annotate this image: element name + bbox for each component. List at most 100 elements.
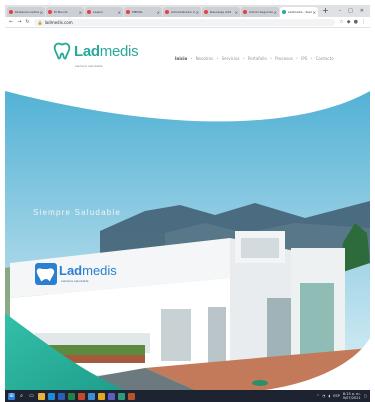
tab-close-icon[interactable]: ✕ [196,10,199,15]
maximize-button[interactable]: □ [348,8,353,14]
address-bar[interactable]: 🔒 ladmedis.com [33,18,336,26]
nav-item-contacto[interactable]: Contacto [316,56,334,61]
back-arrow-icon[interactable]: ← [9,19,13,25]
clock-date: 9/07/2021 [342,396,361,400]
minimize-button[interactable]: – [339,8,342,14]
new-tab-button[interactable]: + [322,7,329,15]
excel-app-icon[interactable] [68,392,75,400]
close-window-button[interactable]: ✕ [360,8,364,14]
language-indicator[interactable]: ESP [333,394,340,398]
chrome-app-icon[interactable] [98,392,105,400]
nav-separator: • [295,56,299,61]
tab-title: Laspnl [93,10,103,14]
os-taskbar: ⊞ ⌕ ▭ ^ ◔ ◖ ESP 8:15 a. m. 9/07/2021 ▢ [5,390,370,402]
hero-slogan: Siempre Saludable [33,208,121,217]
search-icon[interactable]: ⌕ [18,393,25,400]
tab-close-icon[interactable]: ✕ [157,10,160,15]
website-viewport: Ladmedis siempre saludable Inicio • Noso… [5,28,370,390]
tab-close-icon[interactable]: ✕ [118,10,121,15]
nav-separator: • [310,56,313,61]
tab-close-icon[interactable]: ✕ [40,10,43,15]
tab-title: El Mundo [54,10,68,14]
photos-app-icon[interactable] [128,392,135,400]
tab-close-icon[interactable]: ✕ [274,10,277,15]
tab-favicon-icon [9,10,13,14]
browser-tab-active[interactable]: Ladmedis - Siempre✕ [280,7,318,17]
browser-tab-strip: Mudanza Ladmedis B✕ El Mundo✕ Laspnl✕ ME… [5,5,370,17]
tab-favicon-icon [48,10,52,14]
tab-close-icon[interactable]: ✕ [313,10,316,15]
teams-app-icon[interactable] [108,392,115,400]
tab-close-icon[interactable]: ✕ [235,10,238,15]
edge-browser-icon[interactable] [48,392,55,400]
browser-tab[interactable]: Descarga Adit ✕ [202,7,240,17]
hero-banner: Siempre Saludable Ladmedis siempre salud… [5,83,370,390]
system-tray: ^ ◔ ◖ ESP 8:15 a. m. 9/07/2021 ▢ [316,392,367,400]
chevron-up-icon[interactable]: ^ [316,394,319,398]
tooth-logo-icon [53,42,71,60]
calendar-app-icon[interactable] [118,392,125,400]
window-controls: – □ ✕ [339,8,370,14]
mail-app-icon[interactable] [88,392,95,400]
tab-title: Administrador Adit [171,10,195,14]
nav-separator: • [216,56,219,61]
site-header: Ladmedis siempre saludable Inicio • Noso… [5,28,370,90]
nav-separator: • [242,56,245,61]
hero-image [5,83,370,390]
browser-tab[interactable]: Administrador Adit✕ [163,7,201,17]
tab-title: Descarga Adit [210,10,231,14]
url-text: ladmedis.com [44,19,73,25]
browser-toolbar: ← → ↻ 🔒 ladmedis.com ☆ ◆ ● ⋮ [5,17,370,28]
nav-item-inicio[interactable]: Inicio [175,56,187,61]
browser-tab[interactable]: MEDOL ✕ [124,7,162,17]
browser-tab[interactable]: Mudanza Ladmedis B✕ [7,7,45,17]
browser-tab[interactable]: Laspnl ✕ [85,7,123,17]
volume-icon[interactable]: ◖ [328,394,330,398]
tab-favicon-icon [204,10,208,14]
logo-tagline: siempre saludable [75,64,103,68]
nav-item-servicios[interactable]: Servicios [222,56,240,61]
tab-favicon-icon [87,10,91,14]
nav-item-nosotros[interactable]: Nosotros [196,56,214,61]
profile-icon[interactable]: ● [354,19,358,25]
tab-title: Ladmedis - Siempre [288,10,312,14]
tab-title: Mudanza Ladmedis B [15,10,39,14]
extension-icon[interactable]: ◆ [347,19,351,25]
tab-favicon-icon [282,10,286,14]
nav-item-portafolio[interactable]: Portafolio [248,56,267,61]
tab-favicon-icon [165,10,169,14]
tab-close-icon[interactable]: ✕ [79,10,82,15]
more-menu-icon[interactable]: ⋮ [361,19,366,25]
nav-item-ips[interactable]: IPS [301,56,307,61]
task-view-icon[interactable]: ▭ [28,393,35,400]
forward-arrow-icon[interactable]: → [17,19,21,25]
windows-start-icon[interactable]: ⊞ [8,392,15,400]
file-explorer-icon[interactable] [38,392,45,400]
browser-tab[interactable]: Admin Seguridad ✕ [241,7,279,17]
word-app-icon[interactable] [58,392,65,400]
service-door [161,309,191,361]
building-sign-tagline: siempre saludable [61,279,89,283]
tab-title: Admin Seguridad [249,10,273,14]
notification-icon[interactable]: ▢ [364,394,367,398]
lock-icon: 🔒 [37,19,43,25]
tab-favicon-icon [243,10,247,14]
tab-favicon-icon [126,10,130,14]
building-sign-wordmark: Ladmedis [59,263,117,278]
star-icon[interactable]: ☆ [339,19,343,25]
clock[interactable]: 8:15 a. m. 9/07/2021 [343,392,361,400]
nav-separator: • [190,56,193,61]
side-door [208,307,226,363]
nav-item-procesos[interactable]: Procesos [275,56,293,61]
tab-title: MEDOL [132,10,143,14]
browser-tab[interactable]: El Mundo ✕ [46,7,84,17]
powerpoint-app-icon[interactable] [78,392,85,400]
browser-extensions: ☆ ◆ ● ⋮ [339,19,366,25]
screenshot-frame: Mudanza Ladmedis B✕ El Mundo✕ Laspnl✕ ME… [0,0,375,402]
main-nav: Inicio • Nosotros • Servicios • Portafol… [175,56,334,61]
nav-separator: • [269,56,273,61]
reload-icon[interactable]: ↻ [25,19,29,25]
site-logo[interactable]: Ladmedis [53,42,139,60]
driveway-grate [252,380,268,386]
network-icon[interactable]: ◔ [322,394,325,398]
